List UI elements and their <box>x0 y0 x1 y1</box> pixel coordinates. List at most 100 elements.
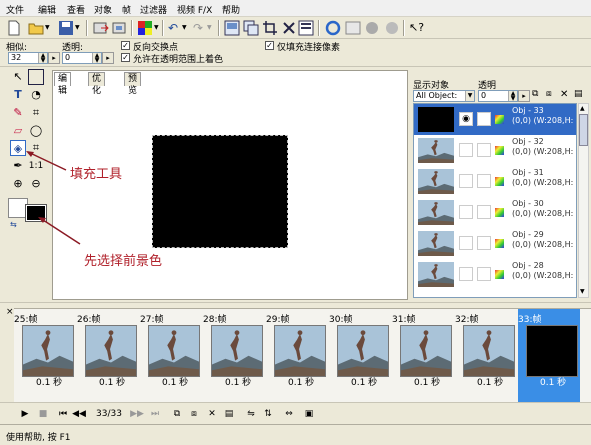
frame-duration[interactable]: 0.1 秒 <box>351 375 377 388</box>
object-list-scrollbar[interactable]: ▲ ▼ <box>578 103 589 298</box>
frame-label: 32:帧 <box>455 315 479 325</box>
object-row[interactable]: ◉ Obj - 33 (0,0) (W:208,H: <box>414 104 576 135</box>
last-frame-icon[interactable]: ⏭ <box>148 408 162 420</box>
frame-thumbnail <box>274 325 326 377</box>
object-info: (0,0) (W:208,H: <box>512 116 574 125</box>
object-color-icon <box>495 146 504 155</box>
lock-toggle[interactable] <box>477 267 491 281</box>
delete-frame-button-icon[interactable]: ✕ <box>205 408 219 420</box>
frame-duration[interactable]: 0.1 秒 <box>540 375 566 388</box>
frame-thumbnail <box>526 325 578 377</box>
frame-duration[interactable]: 0.1 秒 <box>36 375 62 388</box>
frame-item[interactable]: 32:帧 0.1 秒 <box>455 309 517 403</box>
object-row[interactable]: Obj - 29 (0,0) (W:208,H: <box>414 228 576 259</box>
duplicate-frame-button-icon[interactable]: ⧈ <box>187 408 201 420</box>
frame-duration[interactable]: 0.1 秒 <box>414 375 440 388</box>
play-icon[interactable]: ▶ <box>18 408 32 420</box>
lock-toggle[interactable] <box>477 112 491 126</box>
frame-label: 28:帧 <box>203 315 227 325</box>
object-info: (0,0) (W:208,H: <box>512 240 574 249</box>
frame-item[interactable]: 33:帧 0.1 秒 <box>518 309 580 403</box>
object-new-icon[interactable]: ⧉ <box>532 89 538 99</box>
reverse-frames-icon[interactable]: ⇅ <box>261 408 275 420</box>
status-text: 使用帮助, 按 F1 <box>6 433 71 443</box>
filmstrip-close-icon[interactable]: × <box>6 307 14 317</box>
frame-item[interactable]: 28:帧 0.1 秒 <box>203 309 265 403</box>
object-name: Obj - 33 <box>512 106 544 115</box>
eye-icon[interactable]: ◉ <box>459 112 473 126</box>
frame-item[interactable]: 25:帧 0.1 秒 <box>14 309 76 403</box>
frame-item[interactable]: 29:帧 0.1 秒 <box>266 309 328 403</box>
object-list[interactable]: ◉ Obj - 33 (0,0) (W:208,H: Obj - 32 (0,0) (W… <box>413 103 577 298</box>
object-thumbnail <box>418 200 454 225</box>
object-info: (0,0) (W:208,H: <box>512 271 574 280</box>
object-info: (0,0) (W:208,H: <box>512 209 574 218</box>
frame-thumbnail <box>85 325 137 377</box>
object-color-icon <box>495 239 504 248</box>
frame-item[interactable]: 31:帧 0.1 秒 <box>392 309 454 403</box>
lock-toggle[interactable] <box>477 174 491 188</box>
visibility-toggle[interactable] <box>459 174 473 188</box>
frame-thumbnail <box>22 325 74 377</box>
fill-tool-annotation: 填充工具 <box>70 167 123 182</box>
visibility-toggle[interactable] <box>459 267 473 281</box>
frame-item[interactable]: 30:帧 0.1 秒 <box>329 309 391 403</box>
objects-panel: 显示对象 透明 All Object: ▼ 0 ▲ ▼ ▸ ⧉ ⧈ ✕ ▤ ◉ Obj … <box>410 70 591 300</box>
object-thumbnail <box>418 169 454 194</box>
object-row[interactable]: Obj - 30 (0,0) (W:208,H: <box>414 197 576 228</box>
frame-duration[interactable]: 0.1 秒 <box>99 375 125 388</box>
next-frame-icon[interactable]: ▶▶ <box>130 408 144 420</box>
frame-strip[interactable]: 25:帧 0.1 秒 26:帧 0.1 秒 27:帧 0.1 秒 28:帧 0.1 秒 29:帧… <box>14 308 591 403</box>
visibility-toggle[interactable] <box>459 143 473 157</box>
object-info: (0,0) (W:208,H: <box>512 178 574 187</box>
frame-label: 26:帧 <box>77 315 101 325</box>
object-copy-icon[interactable]: ⧈ <box>546 89 552 99</box>
object-filter-select[interactable]: All Object: ▼ <box>413 90 475 102</box>
frame-duration[interactable]: 0.1 秒 <box>162 375 188 388</box>
frame-counter: 33/33 <box>96 409 122 419</box>
object-thumbnail <box>418 107 454 132</box>
frame-duration[interactable]: 0.1 秒 <box>477 375 503 388</box>
object-thumbnail <box>418 138 454 163</box>
object-thumbnail <box>418 262 454 287</box>
object-row[interactable]: Obj - 28 (0,0) (W:208,H: <box>414 259 576 290</box>
frame-item[interactable]: 27:帧 0.1 秒 <box>140 309 202 403</box>
object-name: Obj - 32 <box>512 137 544 146</box>
tween-icon[interactable]: ⇋ <box>244 408 258 420</box>
frame-item[interactable]: 26:帧 0.1 秒 <box>77 309 139 403</box>
frame-label: 25:帧 <box>14 315 38 325</box>
frame-thumbnail <box>400 325 452 377</box>
object-color-icon <box>495 177 504 186</box>
frame-thumbnail <box>463 325 515 377</box>
frame-props-button-icon[interactable]: ▤ <box>222 408 236 420</box>
transition-icon[interactable]: ⇔ <box>282 408 296 420</box>
lock-toggle[interactable] <box>477 205 491 219</box>
object-row[interactable]: Obj - 31 (0,0) (W:208,H: <box>414 166 576 197</box>
object-thumbnail <box>418 231 454 256</box>
panel-opacity-slider[interactable]: ▸ <box>518 90 530 102</box>
lock-toggle[interactable] <box>477 143 491 157</box>
frame-thumbnail <box>211 325 263 377</box>
stop-icon[interactable]: ■ <box>36 408 50 420</box>
lock-toggle[interactable] <box>477 236 491 250</box>
fg-color-annotation: 先选择前景色 <box>84 254 163 269</box>
panel-opacity-field[interactable]: 0 ▲ ▼ <box>478 90 518 102</box>
frame-duration[interactable]: 0.1 秒 <box>225 375 251 388</box>
object-name: Obj - 29 <box>512 230 544 239</box>
object-color-icon <box>495 208 504 217</box>
object-props-icon[interactable]: ▤ <box>574 89 583 99</box>
frame-duration[interactable]: 0.1 秒 <box>288 375 314 388</box>
prev-frame-icon[interactable]: ◀◀ <box>72 408 86 420</box>
frame-settings-icon[interactable]: ▣ <box>302 408 316 420</box>
frame-label: 27:帧 <box>140 315 164 325</box>
object-row[interactable]: Obj - 32 (0,0) (W:208,H: <box>414 135 576 166</box>
object-name: Obj - 30 <box>512 199 544 208</box>
first-frame-icon[interactable]: ⏮ <box>56 408 70 420</box>
frame-thumbnail <box>148 325 200 377</box>
add-frame-button-icon[interactable]: ⧉ <box>170 408 184 420</box>
visibility-toggle[interactable] <box>459 236 473 250</box>
object-delete-icon[interactable]: ✕ <box>560 89 568 100</box>
visibility-toggle[interactable] <box>459 205 473 219</box>
playback-bar: ▶ ■ ⏮ ◀◀ 33/33 ▶▶ ⏭ ⧉ ⧈ ✕ ▤ ⇋ ⇅ ⇔ ▣ <box>0 402 591 424</box>
frame-label: 33:帧 <box>518 315 542 325</box>
